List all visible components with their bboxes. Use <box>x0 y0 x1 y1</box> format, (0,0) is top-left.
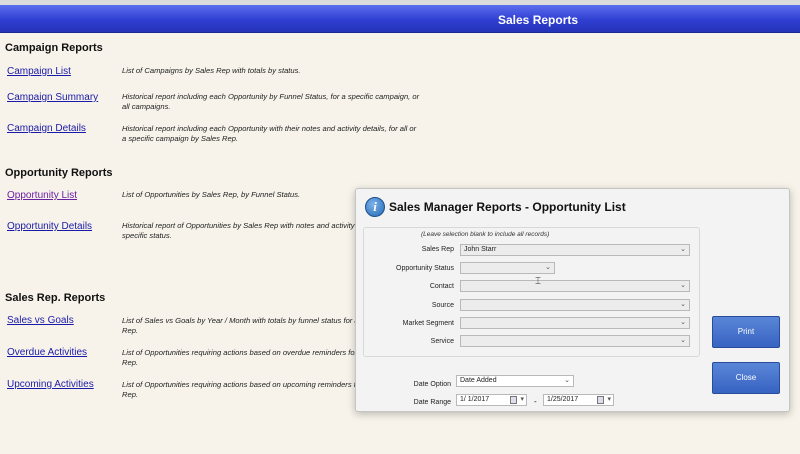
sales-vs-goals-link[interactable]: Sales vs Goals <box>7 315 74 326</box>
sales-rep-value: John Starr <box>464 246 497 253</box>
date-option-label: Date Option <box>413 381 451 388</box>
date-option-value: Date Added <box>460 377 497 384</box>
info-icon: i <box>365 197 385 217</box>
mouse-cursor-icon: ⌶ <box>535 276 541 287</box>
contact-label: Contact <box>429 283 454 290</box>
service-select[interactable]: ⌄ <box>460 335 690 347</box>
campaign-list-desc: List of Campaigns by Sales Rep with tota… <box>122 66 301 75</box>
service-label: Service <box>430 338 454 345</box>
chevron-down-icon: ⌄ <box>564 377 570 384</box>
opportunity-status-label: Opportunity Status <box>396 265 454 272</box>
chevron-down-icon: ⌄ <box>680 246 686 253</box>
opportunity-status-select[interactable]: ⌄ <box>460 262 555 274</box>
date-from-value: 1/ 1/2017 <box>460 396 490 403</box>
section-opportunity-reports: Opportunity Reports <box>5 167 113 179</box>
close-button[interactable]: Close <box>712 362 780 394</box>
chevron-down-icon: ⌄ <box>680 319 686 326</box>
print-button[interactable]: Print <box>712 316 780 348</box>
campaign-details-desc: Historical report including each Opportu… <box>122 124 417 143</box>
opportunity-list-dialog: i Sales Manager Reports - Opportunity Li… <box>355 188 790 412</box>
market-segment-select[interactable]: ⌄ <box>460 317 690 329</box>
title-bar: Sales Reports <box>0 5 800 33</box>
date-to-value: 1/25/2017 <box>547 396 579 403</box>
source-select[interactable]: ⌄ <box>460 299 690 311</box>
window-title: Sales Reports <box>498 13 579 27</box>
date-to-input[interactable]: 1/25/2017 ▾ <box>543 394 614 406</box>
campaign-details-link[interactable]: Campaign Details <box>7 123 86 134</box>
upcoming-activities-link[interactable]: Upcoming Activities <box>7 379 94 390</box>
chevron-down-icon: ⌄ <box>680 282 686 289</box>
section-salesrep-reports: Sales Rep. Reports <box>5 292 106 304</box>
chevron-down-icon: ⌄ <box>680 337 686 344</box>
calendar-icon <box>597 396 604 404</box>
calendar-icon <box>510 396 517 404</box>
filter-hint: (Leave selection blank to include all re… <box>421 231 550 238</box>
date-range-separator: - <box>534 397 537 406</box>
source-label: Source <box>431 302 454 309</box>
overdue-activities-link[interactable]: Overdue Activities <box>7 347 87 358</box>
campaign-list-link[interactable]: Campaign List <box>7 66 71 77</box>
chevron-down-icon: ⌄ <box>680 301 686 308</box>
section-campaign-reports: Campaign Reports <box>5 42 103 54</box>
opportunity-list-link[interactable]: Opportunity List <box>7 190 77 201</box>
date-from-input[interactable]: 1/ 1/2017 ▾ <box>456 394 527 406</box>
chevron-down-icon: ▾ <box>520 396 524 403</box>
sales-rep-select[interactable]: John Starr ⌄ <box>460 244 690 256</box>
filter-group: (Leave selection blank to include all re… <box>363 227 700 357</box>
contact-select[interactable]: ⌄ <box>460 280 690 292</box>
dialog-title: Sales Manager Reports - Opportunity List <box>389 200 626 214</box>
date-option-select[interactable]: Date Added ⌄ <box>456 375 574 387</box>
campaign-summary-link[interactable]: Campaign Summary <box>7 92 98 103</box>
opportunity-details-link[interactable]: Opportunity Details <box>7 221 92 232</box>
market-segment-label: Market Segment <box>402 320 454 327</box>
chevron-down-icon: ▾ <box>607 396 611 403</box>
campaign-summary-desc: Historical report including each Opportu… <box>122 92 420 111</box>
date-range-label: Date Range <box>413 399 451 406</box>
sales-rep-label: Sales Rep <box>421 246 454 253</box>
chevron-down-icon: ⌄ <box>545 264 551 271</box>
